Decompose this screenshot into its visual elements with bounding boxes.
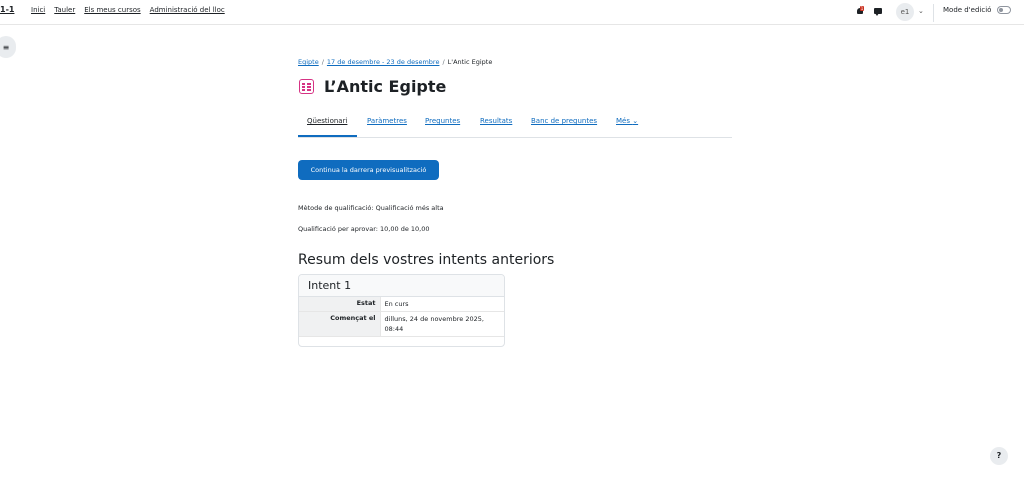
primary-navigation: Inici Tauler Els meus cursos Administrac… [31, 6, 225, 14]
edit-mode-toggle[interactable] [997, 6, 1011, 14]
page-header: L’Antic Egipte [299, 77, 446, 96]
tab-questions[interactable]: Preguntes [425, 117, 460, 125]
breadcrumb-current: L'Antic Egipte [447, 58, 493, 66]
continue-preview-button[interactable]: Continua la darrera previsualització [298, 160, 439, 180]
notification-count-badge: 1 [860, 6, 864, 11]
attempt-card: Intent 1 Estat En curs Començat el dillu… [298, 274, 505, 347]
divider [933, 4, 934, 22]
tab-more-label: Més [616, 117, 630, 125]
nav-item-dashboard[interactable]: Tauler [54, 6, 75, 14]
attempt-started-label: Començat el [299, 311, 381, 337]
attempt-title: Intent 1 [299, 275, 504, 297]
table-row: Estat En curs [299, 297, 504, 312]
help-button[interactable]: ? [990, 447, 1008, 465]
tab-results[interactable]: Resultats [480, 117, 512, 125]
attempt-started-value: dilluns, 24 de novembre 2025, 08:44 [380, 311, 504, 337]
nav-item-site-admin[interactable]: Administració del lloc [150, 6, 225, 14]
breadcrumb: Egipte/17 de desembre - 23 de desembre / L… [298, 58, 493, 66]
edit-mode-label: Mode d'edició [943, 6, 992, 14]
breadcrumb-course[interactable]: Egipte [298, 58, 319, 66]
chevron-down-icon: ⌄ [632, 117, 639, 125]
menu-icon: ≡ [2, 42, 10, 52]
attempts-summary-heading: Resum dels vostres intents anteriors [298, 252, 555, 268]
site-brand[interactable]: 1-1 [0, 5, 14, 14]
table-row: Començat el dilluns, 24 de novembre 2025… [299, 311, 504, 337]
secondary-navigation: Qüestionari Paràmetres Preguntes Resulta… [298, 115, 732, 138]
attempt-state-label: Estat [299, 297, 381, 312]
attempt-table: Estat En curs Començat el dilluns, 24 de… [299, 297, 504, 337]
chevron-down-icon[interactable]: ⌄ [918, 7, 924, 15]
pass-grade: Qualificació per aprovar: 10,00 de 10,00 [298, 225, 430, 233]
tab-more[interactable]: Més ⌄ [616, 117, 638, 125]
quiz-icon [299, 79, 314, 94]
page-title: L’Antic Egipte [324, 77, 447, 96]
breadcrumb-section[interactable]: 17 de desembre - 23 de desembre [327, 58, 440, 66]
attempt-state-value: En curs [380, 297, 504, 312]
nav-item-home[interactable]: Inici [31, 6, 45, 14]
user-avatar[interactable]: e1 [896, 3, 914, 21]
notification-bell-icon[interactable]: 1 [856, 6, 865, 16]
tab-quiz[interactable]: Qüestionari [307, 117, 347, 125]
active-tab-indicator [298, 135, 357, 137]
nav-item-my-courses[interactable]: Els meus cursos [84, 6, 140, 14]
tab-question-bank[interactable]: Banc de preguntes [531, 117, 597, 125]
course-index-toggle[interactable]: ≡ [0, 36, 16, 58]
top-navbar: 1-1 Inici Tauler Els meus cursos Adminis… [0, 0, 1024, 25]
messages-icon[interactable] [874, 8, 882, 16]
tab-settings[interactable]: Paràmetres [367, 117, 407, 125]
grading-method: Mètode de qualificació: Qualificació més… [298, 204, 444, 212]
